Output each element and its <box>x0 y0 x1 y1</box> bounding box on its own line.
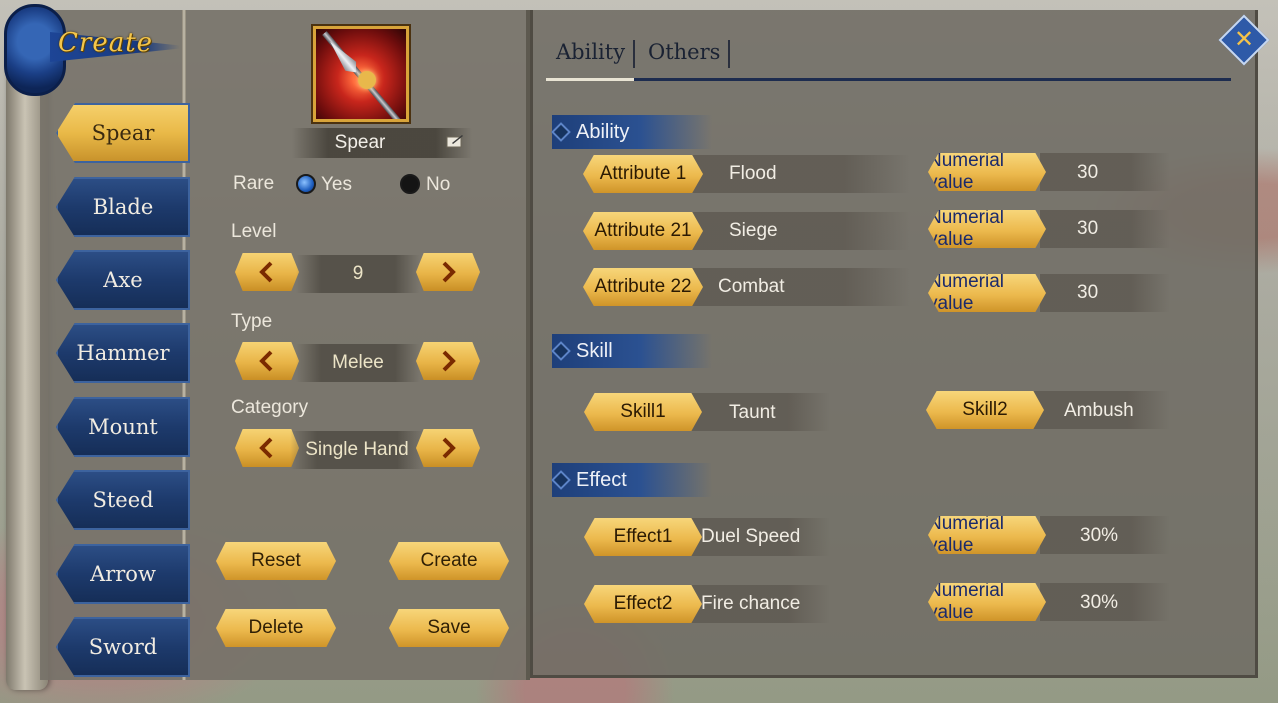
attribute-22-button[interactable]: Attribute 22 <box>583 268 703 306</box>
row-bar <box>1040 153 1170 191</box>
attribute-1-button[interactable]: Attribute 1 <box>583 155 703 193</box>
create-button[interactable]: Create <box>389 542 509 580</box>
tab-others[interactable]: Others <box>648 40 720 64</box>
attribute-22-value: Combat <box>718 276 785 297</box>
create-emblem: Create <box>0 0 185 100</box>
diamond-icon <box>551 341 571 361</box>
row-bar <box>690 155 910 193</box>
emblem-title: Create <box>58 28 154 58</box>
type-next-button[interactable] <box>416 342 480 380</box>
attribute-1-value: Flood <box>729 163 777 184</box>
section-skill: Skill <box>551 334 712 368</box>
category-tab-mount[interactable]: Mount <box>56 397 190 457</box>
level-prev-button[interactable] <box>235 253 299 291</box>
chevron-right-icon <box>442 261 456 283</box>
close-icon[interactable]: ✕ <box>1231 25 1257 55</box>
chevron-right-icon <box>442 350 456 372</box>
skill-2-button[interactable]: Skill2 <box>926 391 1044 429</box>
category-tab-arrow[interactable]: Arrow <box>56 544 190 604</box>
chevron-left-icon <box>259 350 273 372</box>
diamond-icon <box>551 122 571 142</box>
attribute-21-button[interactable]: Attribute 21 <box>583 212 703 250</box>
category-tab-hammer[interactable]: Hammer <box>56 323 190 383</box>
row-bar <box>1040 274 1170 312</box>
category-next-button[interactable] <box>416 429 480 467</box>
numerial-value-e1-button[interactable]: Numerial value <box>928 516 1046 554</box>
skill-2-value: Ambush <box>1064 400 1134 421</box>
attribute-21-value: Siege <box>729 220 778 241</box>
edit-name-icon[interactable] <box>446 134 464 148</box>
reset-button[interactable]: Reset <box>216 542 336 580</box>
category-value: Single Hand <box>290 431 424 469</box>
effect-2-value: Fire chance <box>701 593 801 614</box>
category-label: Category <box>231 397 309 418</box>
effect-1-button[interactable]: Effect1 <box>584 518 702 556</box>
category-tab-steed[interactable]: Steed <box>56 470 190 530</box>
numerial-value-22-button[interactable]: Numerial value <box>928 274 1046 312</box>
skill-1-value: Taunt <box>729 402 776 423</box>
type-value: Melee <box>296 344 420 382</box>
rare-no-radio[interactable] <box>400 174 420 194</box>
section-skill-title: Skill <box>576 339 613 362</box>
section-ability-title: Ability <box>576 120 630 143</box>
category-tab-sword[interactable]: Sword <box>56 617 190 677</box>
numerial-value-e2: 30% <box>1080 592 1119 613</box>
rare-label: Rare <box>233 173 275 194</box>
section-effect-title: Effect <box>576 468 627 491</box>
rare-no-label: No <box>426 174 451 195</box>
tab-active-indicator <box>546 78 634 81</box>
numerial-value-e2-button[interactable]: Numerial value <box>928 583 1046 621</box>
type-label: Type <box>231 311 273 332</box>
effect-1-value: Duel Speed <box>701 526 801 547</box>
rare-yes-label: Yes <box>321 174 352 195</box>
category-tab-spear[interactable]: Spear <box>56 103 190 163</box>
diamond-icon <box>551 470 571 490</box>
save-button[interactable]: Save <box>389 609 509 647</box>
level-label: Level <box>231 221 277 242</box>
chevron-left-icon <box>259 261 273 283</box>
type-prev-button[interactable] <box>235 342 299 380</box>
numerial-value-21: 30 <box>1077 218 1099 239</box>
skill-1-button[interactable]: Skill1 <box>584 393 702 431</box>
weapon-icon[interactable] <box>313 26 409 122</box>
section-ability: Ability <box>551 115 712 149</box>
section-effect: Effect <box>551 463 712 497</box>
tab-ability[interactable]: Ability <box>556 40 625 64</box>
numerial-value-22: 30 <box>1077 282 1099 303</box>
delete-button[interactable]: Delete <box>216 609 336 647</box>
numerial-value-e1: 30% <box>1080 525 1119 546</box>
chevron-right-icon <box>442 437 456 459</box>
level-next-button[interactable] <box>416 253 480 291</box>
category-tab-axe[interactable]: Axe <box>56 250 190 310</box>
tab-underline <box>546 78 1231 81</box>
category-tab-blade[interactable]: Blade <box>56 177 190 237</box>
row-bar <box>1040 210 1170 248</box>
chevron-left-icon <box>259 437 273 459</box>
numerial-value-21-button[interactable]: Numerial value <box>928 210 1046 248</box>
rare-yes-radio[interactable] <box>296 174 316 194</box>
level-value: 9 <box>296 255 420 293</box>
effect-2-button[interactable]: Effect2 <box>584 585 702 623</box>
row-bar <box>690 212 910 250</box>
tab-separator <box>633 40 635 68</box>
spear-guard <box>358 71 376 89</box>
tab-separator <box>728 40 730 68</box>
weapon-name: Spear <box>334 132 386 153</box>
numerial-value-1-button[interactable]: Numerial value <box>928 153 1046 191</box>
numerial-value-1: 30 <box>1077 162 1099 183</box>
